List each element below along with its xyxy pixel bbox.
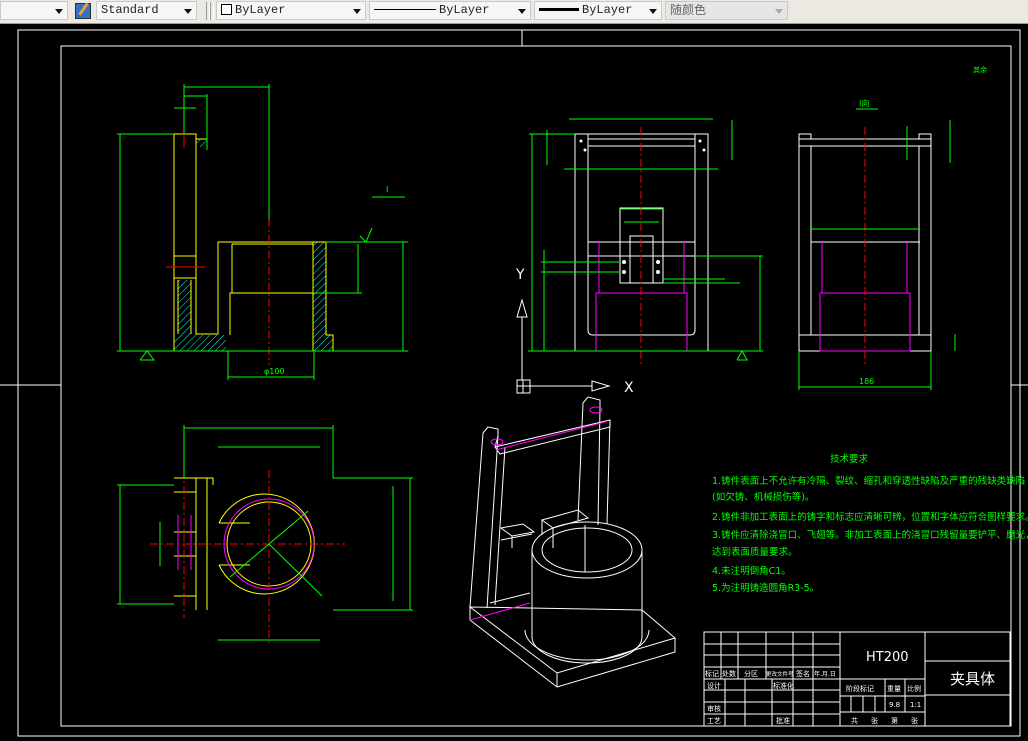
chevron-down-icon (649, 9, 657, 14)
rev-header: 处数 (722, 669, 736, 678)
tech-req-line: 2.铸件非加工表面上的铸字和标志应清晰可辨，位置和字体应符合图样要求。 (712, 511, 1028, 523)
stage-mark-label: 阶段标记 (846, 684, 874, 693)
chevron-down-icon (184, 9, 192, 14)
ucs-y-label: Y (515, 267, 525, 283)
side-view-title: I向 (859, 98, 869, 108)
rev-header: 更改文件号 (766, 670, 794, 678)
section-mark: I (386, 185, 388, 194)
weight-value: 9.8 (889, 701, 900, 709)
text-style-dropdown[interactable]: Standard (96, 1, 197, 20)
lineweight-dropdown[interactable]: ByLayer (534, 1, 662, 20)
properties-toolbar: Standard ByLayer ByLayer ByLayer 随颜色 (0, 0, 1028, 24)
tech-req-line: 5.为注明铸造圆角R3-5。 (712, 582, 819, 594)
tech-req-line: (如欠铸、机械损伤等)。 (712, 491, 814, 503)
section-view: φ100 I (117, 84, 408, 380)
width-dimension: 186 (859, 377, 874, 386)
isometric-view (468, 396, 677, 688)
rev-header: 标记 (705, 669, 719, 678)
rev-header: 分区 (744, 669, 758, 678)
ucs-x-label: X (624, 380, 634, 396)
color-value: ByLayer (235, 3, 286, 17)
design-label: 设计 (707, 681, 721, 690)
weight-label: 重量 (887, 685, 901, 693)
sheet-no-label: 第 (891, 716, 898, 725)
lineweight-value: ByLayer (582, 3, 633, 17)
chevron-down-icon (353, 9, 361, 14)
linetype-preview-icon (374, 9, 436, 11)
isometric-hidden-lines (469, 406, 606, 621)
top-view (117, 425, 413, 645)
roughness-note: 其余 (973, 65, 987, 74)
color-dropdown[interactable]: ByLayer (216, 1, 366, 20)
side-view: I向 186 其余 (798, 65, 987, 390)
tech-req-line: 3.铸件应清除浇冒口、飞翅等。非加工表面上的浇冒口残留量要铲平、磨光， (712, 529, 1028, 541)
tech-req-line: 4.未注明倒角C1。 (712, 565, 791, 577)
text-style-value: Standard (101, 3, 159, 17)
standardization-label: 标准化 (773, 681, 794, 690)
scale-label: 比例 (907, 684, 921, 693)
linetype-value: ByLayer (439, 3, 490, 17)
technical-requirements: 技术要求 1.铸件表面上不允许有冷隔、裂纹、缩孔和穿透性缺陷及严重的残缺类缺陷 … (712, 453, 1028, 594)
sheet-unit: 张 (871, 716, 878, 725)
approve-label: 批准 (776, 716, 790, 725)
title-block: 标记 处数 分区 更改文件号 签名 年.月.日 设计 标准化 审核 工艺 批准 … (703, 631, 1011, 727)
sheet-total-label: 共 (851, 716, 858, 725)
text-style-icon[interactable] (75, 2, 91, 19)
tech-req-line: 达到表面质量要求。 (712, 546, 798, 558)
layer-dropdown[interactable] (0, 1, 68, 20)
plot-style-dropdown: 随颜色 (665, 1, 788, 20)
chevron-down-icon (775, 9, 783, 14)
material: HT200 (866, 650, 909, 665)
drawing-canvas[interactable]: φ100 I I向 186 其余 Y X 技术要求 1.铸件表面上不允许有冷隔、… (0, 0, 1028, 741)
chevron-down-icon (55, 9, 63, 14)
part-name: 夹具体 (950, 670, 995, 688)
scale-value: 1:1 (910, 701, 921, 709)
linetype-dropdown[interactable]: ByLayer (369, 1, 531, 20)
rev-header: 签名 (796, 669, 810, 678)
bore-dimension: φ100 (264, 367, 285, 376)
process-label: 工艺 (707, 717, 721, 725)
tech-req-title: 技术要求 (830, 453, 869, 465)
color-swatch-icon (221, 4, 232, 16)
front-view (528, 118, 763, 365)
rev-header: 年.月.日 (814, 670, 836, 678)
plot-style-value: 随颜色 (670, 3, 707, 17)
chevron-down-icon (518, 9, 526, 14)
review-label: 审核 (707, 704, 721, 713)
ucs-icon (516, 298, 611, 394)
tech-req-line: 1.铸件表面上不允许有冷隔、裂纹、缩孔和穿透性缺陷及严重的残缺类缺陷 (712, 475, 1025, 487)
sheet-unit: 张 (911, 716, 918, 725)
lineweight-preview-icon (539, 8, 579, 12)
